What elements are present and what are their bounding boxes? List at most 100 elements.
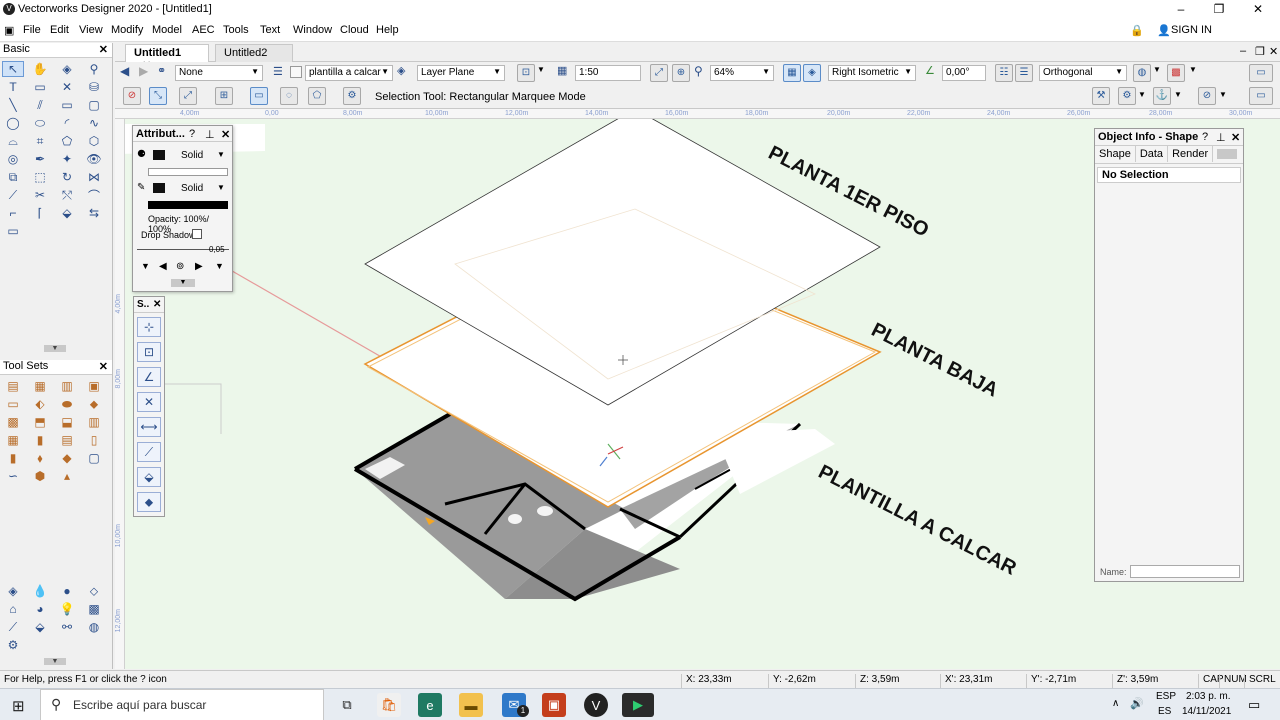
ramp-tool-icon[interactable]: ◆	[56, 450, 78, 466]
grid-tool-icon[interactable]: ▦	[2, 432, 24, 448]
angle-field[interactable]: 0,00°	[942, 65, 986, 81]
scale-field[interactable]: 1:50	[575, 65, 641, 81]
language-code[interactable]: ESP	[1156, 691, 1176, 702]
layer-options-icon[interactable]: ⊡	[517, 64, 535, 82]
pin-icon[interactable]: ⊥	[1216, 131, 1226, 144]
door-tool-icon[interactable]: ▤	[2, 378, 24, 394]
snap-object-icon[interactable]: ⊡	[137, 342, 161, 362]
text-tool-icon[interactable]: T	[2, 79, 24, 95]
clip-tool-icon[interactable]: ⧉	[2, 169, 24, 185]
speaker-icon[interactable]: 🔊	[1130, 697, 1144, 710]
expand-arrow-icon[interactable]: ▼	[44, 658, 66, 665]
callout-tool-icon[interactable]: ▭	[29, 79, 51, 95]
spiral-tool-icon[interactable]: ◎	[2, 151, 24, 167]
polygon-marquee-icon[interactable]: ⬠	[308, 87, 326, 105]
edge-icon[interactable]: e	[418, 693, 442, 717]
desk-tool-icon[interactable]: ▤	[56, 432, 78, 448]
help-icon[interactable]: ?	[1202, 131, 1208, 143]
split-tool-icon[interactable]: ⟋	[2, 187, 24, 203]
box-tool-icon[interactable]: ▩	[83, 601, 105, 617]
chevron-down-icon[interactable]: ▼	[537, 65, 545, 74]
drop-shadow-checkbox[interactable]	[192, 229, 202, 239]
rounded-rectangle-tool-icon[interactable]: ▢	[83, 97, 105, 113]
close-doc-icon[interactable]: ✕	[1269, 45, 1278, 58]
water-tool-icon[interactable]: 💧	[29, 583, 51, 599]
vectorworks-taskbar-icon[interactable]: V	[584, 693, 608, 717]
chevron-down-icon[interactable]: ▼	[1153, 65, 1161, 74]
shape-tool-icon[interactable]: ⬠	[56, 133, 78, 149]
stair-tool-icon[interactable]: ▥	[56, 378, 78, 394]
polygon-tool-icon[interactable]: ⌗	[29, 133, 51, 149]
maximize-button[interactable]: ❐	[1204, 2, 1234, 18]
class-select[interactable]: None ▼	[175, 65, 263, 81]
menu-text[interactable]: Text	[260, 24, 280, 36]
shelf-tool-icon[interactable]: ▥	[83, 414, 105, 430]
roof-tool-icon[interactable]: ⬥	[83, 396, 105, 412]
zoom-tool-icon[interactable]: ⚲	[83, 61, 105, 77]
snap-angle-icon[interactable]: ∠	[137, 367, 161, 387]
end-marker-icon[interactable]: ▶	[195, 261, 203, 272]
menu-tools[interactable]: Tools	[223, 24, 249, 36]
tab-options-icon[interactable]	[1217, 149, 1237, 159]
chamfer-tool-icon[interactable]: ⌈	[29, 205, 51, 221]
bench-tool-icon[interactable]: ⬧	[29, 450, 51, 466]
line-weight-value[interactable]: 0,05	[209, 245, 225, 254]
freehand-tool-icon[interactable]: ∿	[83, 115, 105, 131]
transform-mode-icon[interactable]: ⊞	[215, 87, 233, 105]
single-object-mode-icon[interactable]: ⤡	[149, 87, 167, 105]
help-icon[interactable]: ?	[189, 128, 195, 140]
close-icon[interactable]: ✕	[1231, 131, 1240, 144]
rotate-tool-icon[interactable]: ↻	[56, 169, 78, 185]
tab-untitled2[interactable]: Untitled2	[215, 44, 293, 62]
projection-select[interactable]: Orthogonal ▼	[1039, 65, 1127, 81]
expand-arrow-icon[interactable]: ▼	[44, 345, 66, 352]
chevron-down-icon[interactable]: ▼	[215, 261, 224, 271]
double-line-tool-icon[interactable]: ⫽	[29, 97, 51, 113]
office-icon[interactable]: ▣	[542, 693, 566, 717]
wall-tool-icon[interactable]: ▭	[2, 223, 24, 239]
windows-start-icon[interactable]: ⊞	[12, 697, 25, 715]
tab-data[interactable]: Data	[1136, 146, 1169, 162]
close-window-button[interactable]: ✕	[1243, 2, 1273, 18]
store-icon[interactable]: 🛍	[377, 693, 401, 717]
close-icon[interactable]: ✕	[99, 360, 108, 373]
tab-render[interactable]: Render	[1168, 146, 1214, 162]
beam-tool-icon[interactable]: ▮	[2, 450, 24, 466]
rectangle-tool-icon[interactable]: ▭	[56, 97, 78, 113]
view-bar-options-icon[interactable]: ▭	[1249, 64, 1273, 82]
visibility-tool-icon[interactable]: 👁	[83, 151, 105, 167]
link-tool-icon[interactable]: ⚯	[56, 619, 78, 635]
gear-icon[interactable]: ⚙	[1118, 87, 1136, 105]
3d-locus-tool-icon[interactable]: ⛁	[83, 79, 105, 95]
hexagon-tool-icon[interactable]: ⬡	[83, 133, 105, 149]
snap-intersection-icon[interactable]: ✕	[137, 392, 161, 412]
extrude-tool-icon[interactable]: ⬙	[56, 205, 78, 221]
chevron-down-icon[interactable]: ▼	[217, 183, 225, 192]
rectangular-marquee-icon[interactable]: ▭	[250, 87, 268, 105]
doc-icon[interactable]: ▣	[4, 24, 14, 37]
fill-color-swatch[interactable]	[153, 150, 165, 160]
color-tool-icon[interactable]: ◕	[29, 601, 51, 617]
gear-tool-icon[interactable]: ⚙	[2, 637, 24, 653]
chevron-down-icon[interactable]: ▼	[1219, 90, 1227, 99]
media-app-icon[interactable]: ▶	[622, 693, 654, 717]
notifications-icon[interactable]: ▭	[1248, 697, 1260, 713]
fillet-tool-icon[interactable]: ⌒	[83, 187, 105, 203]
mirror-tool-icon[interactable]: ⋈	[83, 169, 105, 185]
menu-file[interactable]: File	[23, 24, 41, 36]
name-field[interactable]	[1130, 565, 1240, 578]
menu-edit[interactable]: Edit	[50, 24, 69, 36]
class-list-icon[interactable]: ☰	[1015, 64, 1033, 82]
site-tool-icon[interactable]: ◈	[2, 583, 24, 599]
menu-window[interactable]: Window	[293, 24, 332, 36]
view-select[interactable]: Right Isometric ▼	[828, 65, 916, 81]
task-view-icon[interactable]: ⧉	[335, 693, 359, 717]
layer-toggle[interactable]	[290, 66, 302, 78]
close-icon[interactable]: ✕	[99, 43, 108, 56]
lamp-tool-icon[interactable]: ▴	[56, 468, 78, 484]
marker-link-icon[interactable]: ⊚	[176, 261, 184, 272]
symbol-tool-icon[interactable]: ⬙	[29, 619, 51, 635]
pen-color-swatch[interactable]	[153, 183, 165, 193]
wall-framing-tool-icon[interactable]: ⬖	[29, 396, 51, 412]
plane-select[interactable]: Layer Plane ▼	[417, 65, 505, 81]
